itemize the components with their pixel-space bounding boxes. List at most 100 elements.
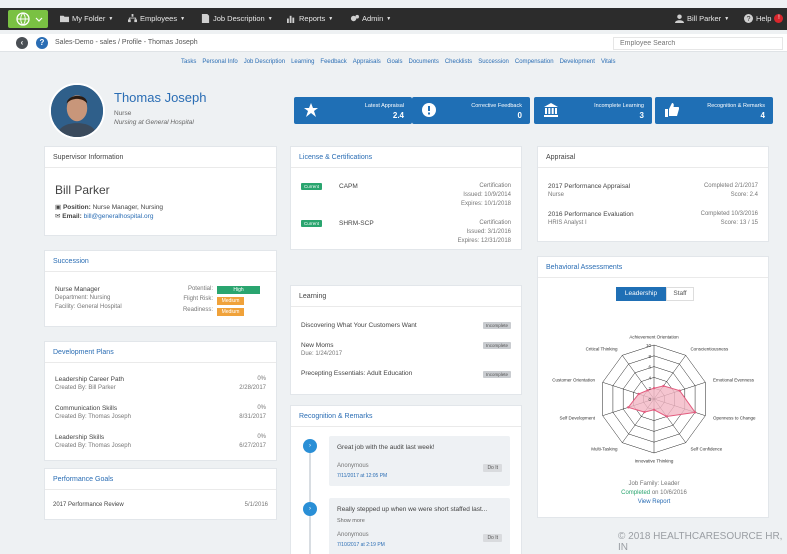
tab-personal-info[interactable]: Personal Info xyxy=(201,58,238,66)
goal-date: 5/1/2016 xyxy=(244,502,268,508)
plan-creator: Created By: Bill Parker xyxy=(55,385,116,391)
help-menu[interactable]: ? Help ! xyxy=(744,14,784,23)
timeline-dot: › xyxy=(303,439,317,453)
plan-name: Communication Skills xyxy=(55,405,118,412)
radar-category-label: Innovative Thinking xyxy=(635,459,674,464)
succession-card: Succession Nurse Manager Department: Nur… xyxy=(44,250,277,327)
list-item[interactable]: Leadership Skills Created By: Thomas Jos… xyxy=(55,434,266,456)
info-icon[interactable]: ? xyxy=(36,37,48,49)
card-title: Development Plans xyxy=(53,349,114,356)
breadcrumb[interactable]: Sales-Demo - sales / Profile - Thomas Jo… xyxy=(55,39,198,46)
supervisor-card: Supervisor Information Bill Parker ▣ Pos… xyxy=(44,146,277,236)
staff-toggle-button[interactable]: Staff xyxy=(666,287,694,301)
tab-tasks[interactable]: Tasks xyxy=(180,58,197,66)
tab-appraisals[interactable]: Appraisals xyxy=(352,58,382,66)
radar-category-label: Self Confidence xyxy=(690,447,722,452)
tab-vitals[interactable]: Vitals xyxy=(600,58,617,66)
list-item[interactable]: Communication Skills Created By: Thomas … xyxy=(55,405,266,427)
tile-value: 4 xyxy=(760,111,765,120)
plan-date: 2/28/2017 xyxy=(239,385,266,391)
do-it-button[interactable]: Do It xyxy=(483,534,502,542)
email-link[interactable]: bill@generalhospital.org xyxy=(84,213,154,220)
remark-author: Anonymous xyxy=(337,463,369,469)
radar-category-label: Customer Orientation xyxy=(552,377,595,382)
tile-label: Latest Appraisal xyxy=(364,103,404,109)
latest-appraisal-tile[interactable]: Latest Appraisal 2.4 xyxy=(294,97,412,124)
flight-risk-label: Flight Risk: xyxy=(183,296,213,302)
user-icon xyxy=(675,14,684,23)
behavioral-radar-chart: 0246810Achievement OrientationConscienti… xyxy=(552,335,756,464)
user-menu[interactable]: Bill Parker ▼ xyxy=(675,14,729,23)
certification-name: SHRM-SCP xyxy=(339,220,374,227)
nav-admin[interactable]: Admin ▼ xyxy=(350,14,391,23)
nav-employees-label: Employees xyxy=(140,14,178,23)
tab-feedback[interactable]: Feedback xyxy=(319,58,347,66)
tab-learning[interactable]: Learning xyxy=(290,58,315,66)
tab-succession[interactable]: Succession xyxy=(477,58,510,66)
card-title: Recognition & Remarks xyxy=(299,413,373,420)
tab-compensation[interactable]: Compensation xyxy=(514,58,555,66)
tab-goals[interactable]: Goals xyxy=(386,58,404,66)
user-name: Bill Parker xyxy=(687,14,722,23)
card-title: Supervisor Information xyxy=(53,154,124,161)
gears-icon xyxy=(350,14,359,22)
alert-icon xyxy=(422,103,436,117)
position-value: Nurse Manager, Nursing xyxy=(92,204,164,211)
do-it-button[interactable]: Do It xyxy=(483,464,502,472)
plan-creator: Created By: Thomas Joseph xyxy=(55,414,131,420)
employee-search-input[interactable] xyxy=(613,37,783,50)
list-item[interactable]: Leadership Career Path Created By: Bill … xyxy=(55,376,266,398)
behavioral-assessments-card: Behavioral Assessments Leadership Staff … xyxy=(537,256,769,518)
leadership-toggle-button[interactable]: Leadership xyxy=(616,287,666,301)
help-icon: ? xyxy=(744,14,753,23)
certification-issued: Issued: 10/9/2014 xyxy=(463,192,511,198)
tab-development[interactable]: Development xyxy=(559,58,596,66)
folder-icon xyxy=(60,15,69,23)
course-name[interactable]: New Moms xyxy=(301,342,334,349)
nav-employees[interactable]: Employees ▼ xyxy=(128,14,185,23)
radar-point xyxy=(665,415,668,418)
tab-job-description[interactable]: Job Description xyxy=(243,58,286,66)
notification-alert-icon[interactable]: ! xyxy=(774,14,784,23)
back-arrow-icon[interactable]: ‹ xyxy=(16,37,28,49)
nav-my-folder-label: My Folder xyxy=(72,14,106,23)
nav-my-folder[interactable]: My Folder ▼ xyxy=(60,14,113,23)
nav-reports[interactable]: Reports ▼ xyxy=(287,14,333,23)
tab-documents[interactable]: Documents xyxy=(407,58,439,66)
appraisal-name[interactable]: 2016 Performance Evaluation xyxy=(548,211,634,218)
chevron-down-icon: ▼ xyxy=(180,15,186,22)
timeline-dot: › xyxy=(303,502,317,516)
readiness-label: Readiness: xyxy=(182,307,213,313)
top-navigation-bar: My Folder ▼ Employees ▼ Job Description ▼ R… xyxy=(0,8,787,30)
app-logo-menu[interactable] xyxy=(8,10,48,28)
avatar xyxy=(49,83,105,139)
recognition-remarks-tile[interactable]: Recognition & Remarks 4 xyxy=(655,97,773,124)
radar-category-label: Critical Thinking xyxy=(586,346,618,351)
readiness-level: Medium xyxy=(217,308,244,316)
radar-category-label: Openness to Change xyxy=(713,416,756,421)
appraisal-name[interactable]: 2017 Performance Appraisal xyxy=(548,183,630,190)
appraisal-status: Completed 2/1/2017 xyxy=(703,183,758,189)
divider xyxy=(45,489,276,490)
plan-date: 6/27/2017 xyxy=(239,443,266,449)
plan-progress: 0% xyxy=(257,405,266,411)
remark-author: Anonymous xyxy=(337,532,369,538)
profile-tabs: Tasks Personal Info Job Description Lear… xyxy=(180,58,617,66)
nav-admin-label: Admin xyxy=(362,14,384,23)
tab-checklists[interactable]: Checklists xyxy=(444,58,473,66)
status-badge: Incomplete xyxy=(482,342,511,349)
divider xyxy=(45,362,276,363)
incomplete-learning-tile[interactable]: Incomplete Learning 3 xyxy=(534,97,652,124)
help-label: Help xyxy=(756,14,772,23)
view-report-link[interactable]: View Report xyxy=(538,499,770,505)
nav-job-description[interactable]: Job Description ▼ xyxy=(201,14,273,23)
card-title: Performance Goals xyxy=(53,476,114,483)
show-more-link[interactable]: Show more xyxy=(337,518,365,524)
potential-level: High xyxy=(217,286,260,294)
copyright-footer: © 2018 HEALTHCARESOURCE HR, IN xyxy=(618,531,783,553)
goal-name[interactable]: 2017 Performance Review xyxy=(53,502,124,508)
course-name[interactable]: Discovering What Your Customers Want xyxy=(301,322,417,329)
course-name[interactable]: Precepting Essentials: Adult Education xyxy=(301,370,412,377)
corrective-feedback-tile[interactable]: Corrective Feedback 0 xyxy=(412,97,530,124)
plan-name: Leadership Career Path xyxy=(55,376,125,383)
